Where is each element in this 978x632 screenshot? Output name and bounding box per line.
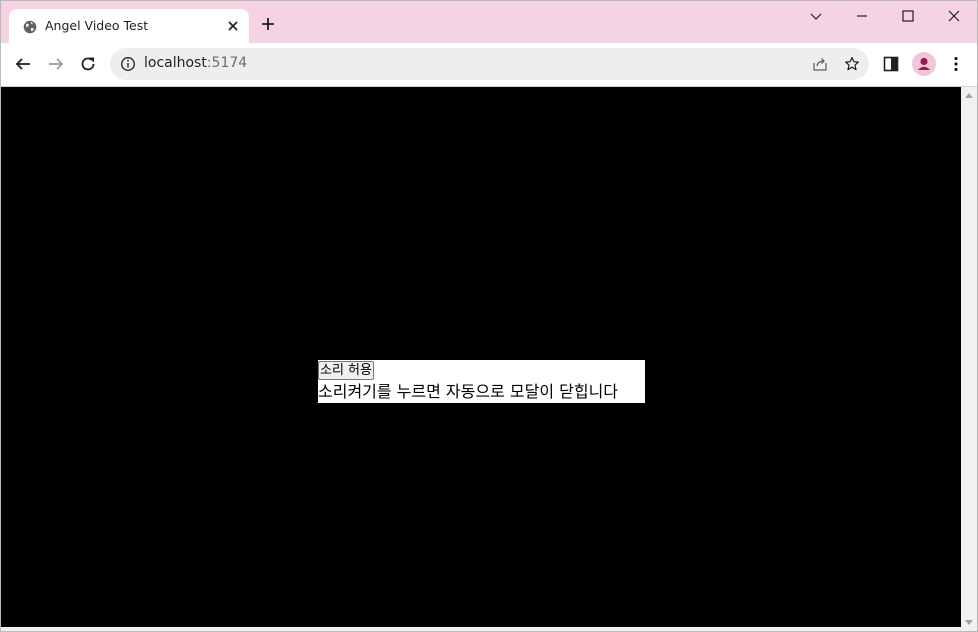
sound-allow-button[interactable]: 소리 허용 <box>318 361 374 380</box>
browser-window: Angel Video Test localhost:5174 소리 허용 소리… <box>0 0 978 632</box>
browser-toolbar: localhost:5174 <box>1 43 977 87</box>
vertical-scrollbar[interactable] <box>961 87 977 631</box>
profile-avatar-icon[interactable] <box>912 52 936 76</box>
address-bar[interactable]: localhost:5174 <box>110 48 869 80</box>
minimize-icon[interactable] <box>839 1 885 31</box>
forward-arrow-icon[interactable] <box>43 51 69 77</box>
site-info-icon[interactable] <box>120 56 136 72</box>
horizontal-scrollbar[interactable] <box>1 627 961 631</box>
url-port: :5174 <box>206 55 248 71</box>
bookmark-star-icon[interactable] <box>844 56 860 72</box>
close-tab-icon[interactable] <box>225 18 241 34</box>
side-panel-icon[interactable] <box>878 51 904 77</box>
kebab-menu-icon[interactable] <box>943 51 969 77</box>
back-arrow-icon[interactable] <box>10 51 36 77</box>
tab-title: Angel Video Test <box>45 18 149 33</box>
close-window-icon[interactable] <box>931 1 977 31</box>
url-text[interactable]: localhost:5174 <box>144 55 247 71</box>
url-host: localhost <box>144 55 207 71</box>
scroll-down-arrow-icon[interactable] <box>965 620 973 625</box>
share-icon[interactable] <box>812 56 828 72</box>
sound-permission-modal: 소리 허용 소리켜기를 누르면 자동으로 모달이 닫힙니다 <box>318 360 645 403</box>
scroll-up-arrow-icon[interactable] <box>965 93 973 98</box>
reload-icon[interactable] <box>75 51 101 77</box>
maximize-icon[interactable] <box>885 1 931 31</box>
globe-icon <box>23 19 37 34</box>
browser-tab[interactable]: Angel Video Test <box>9 9 249 43</box>
modal-message: 소리켜기를 누르면 자동으로 모달이 닫힙니다 <box>318 382 619 401</box>
tab-strip: Angel Video Test <box>1 1 977 43</box>
page-viewport: 소리 허용 소리켜기를 누르면 자동으로 모달이 닫힙니다 <box>1 87 961 627</box>
tab-search-chevron-icon[interactable] <box>793 1 839 31</box>
new-tab-icon[interactable] <box>255 11 281 37</box>
